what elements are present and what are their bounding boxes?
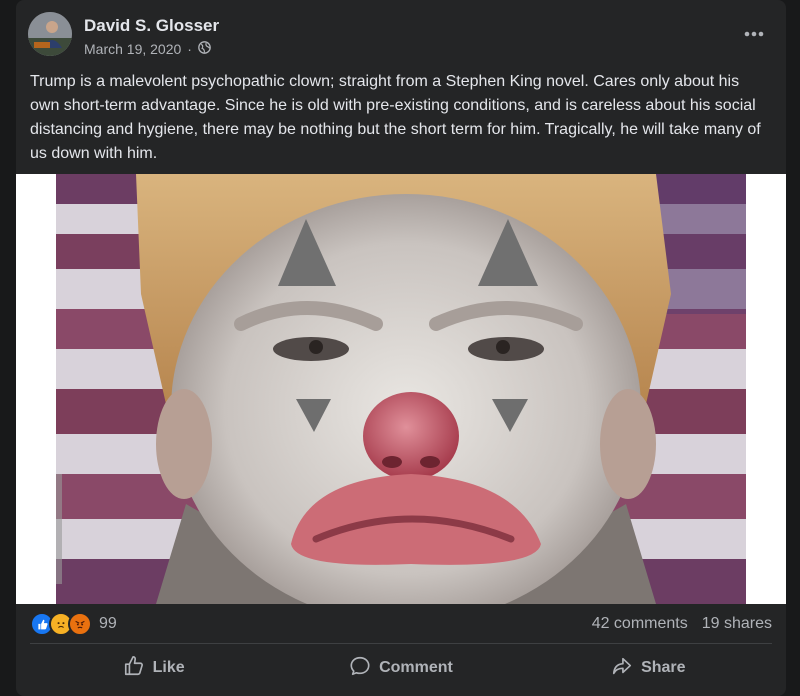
meta-separator: · <box>187 41 192 57</box>
more-options-icon[interactable] <box>736 22 772 46</box>
comment-bubble-icon <box>349 655 371 682</box>
post-date[interactable]: March 19, 2020 <box>84 41 181 57</box>
clown-face-photo <box>16 174 786 604</box>
author-name[interactable]: David S. Glosser <box>84 16 219 36</box>
thumbs-up-icon <box>123 655 145 682</box>
share-button[interactable]: Share <box>525 648 772 688</box>
action-bar: Like Comment Share <box>30 648 772 688</box>
comment-label: Comment <box>379 659 453 676</box>
share-label: Share <box>641 659 686 676</box>
post-text: Trump is a malevolent psychopathic clown… <box>30 73 761 162</box>
reaction-count[interactable]: 99 <box>99 615 117 633</box>
globe-icon[interactable] <box>198 41 211 57</box>
comments-count[interactable]: 42 comments <box>592 615 688 633</box>
shares-count[interactable]: 19 shares <box>702 615 772 633</box>
post-header: David S. Glosser March 19, 2020 · <box>16 0 786 70</box>
share-arrow-icon <box>611 655 633 682</box>
action-divider <box>30 643 772 644</box>
author-avatar[interactable] <box>28 12 72 56</box>
like-button[interactable]: Like <box>30 648 277 688</box>
engagement-bar: 99 42 comments 19 shares <box>30 609 772 639</box>
post-image[interactable] <box>16 174 786 604</box>
post-card: David S. Glosser March 19, 2020 · Trump … <box>16 0 786 696</box>
comment-button[interactable]: Comment <box>277 648 524 688</box>
reactions-summary[interactable]: 99 <box>30 612 117 636</box>
angry-reaction-icon <box>68 612 92 636</box>
post-meta: March 19, 2020 · <box>84 41 211 57</box>
engagement-counts: 42 comments 19 shares <box>592 615 772 633</box>
like-label: Like <box>152 659 185 676</box>
